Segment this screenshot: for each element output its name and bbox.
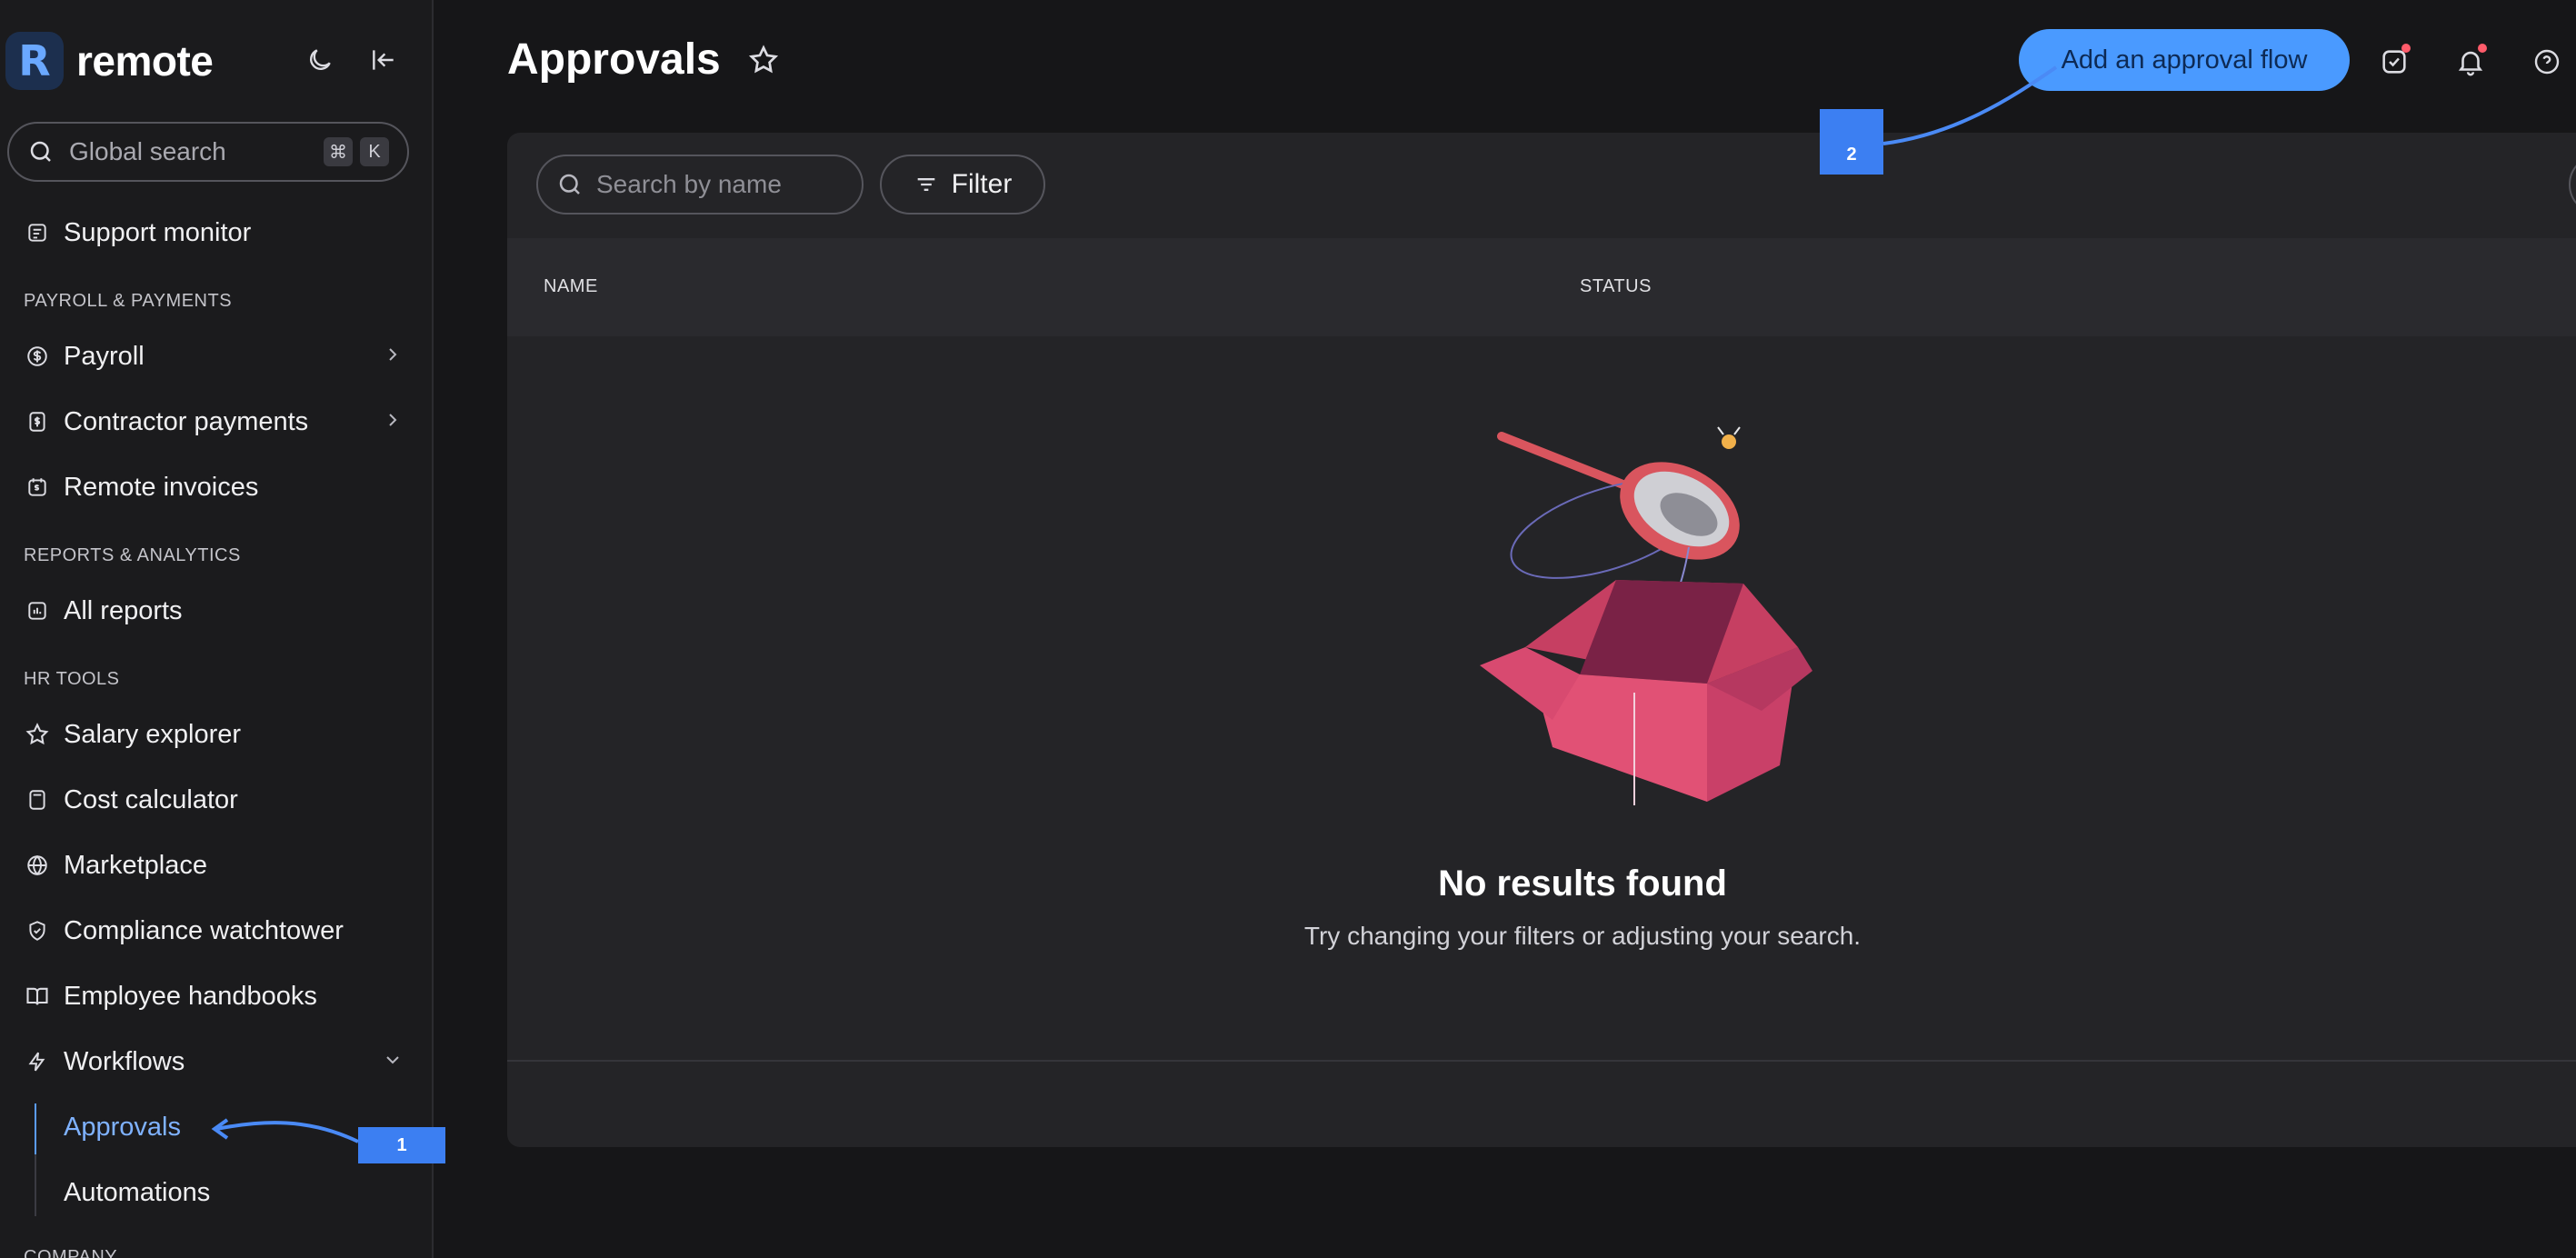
- tasks-notification-dot: [2401, 44, 2411, 53]
- submenu-active-indicator: [35, 1103, 36, 1154]
- approvals-table-card: Search by name Filter NAME STATUS No res…: [507, 133, 2576, 1147]
- remote-logo-icon: R: [5, 32, 64, 90]
- sidebar-item-compliance-watchtower[interactable]: Compliance watchtower: [22, 905, 413, 956]
- sidebar-item-cost-calculator[interactable]: Cost calculator: [22, 774, 413, 825]
- table-header: NAME STATUS: [507, 238, 2576, 336]
- bell-notification-dot: [2478, 44, 2487, 53]
- column-header-name[interactable]: NAME: [544, 276, 598, 297]
- search-placeholder: Search by name: [596, 170, 782, 198]
- help-icon[interactable]: [2529, 44, 2565, 80]
- sidebar-item-label: Contractor payments: [64, 406, 309, 436]
- chevron-right-icon: [389, 414, 397, 426]
- sidebar-item-contractor-payments[interactable]: Contractor payments: [22, 396, 413, 447]
- sidebar-item-employee-handbooks[interactable]: Employee handbooks: [22, 971, 413, 1022]
- chevron-right-icon: [389, 348, 397, 361]
- sidebar-item-label: Workflows: [64, 1046, 185, 1076]
- monitor-icon: [22, 217, 53, 248]
- favorite-star-icon[interactable]: [747, 44, 780, 81]
- table-options-button[interactable]: [2569, 155, 2576, 215]
- invoice-icon: [22, 472, 53, 503]
- section-payroll-payments: PAYROLL & PAYMENTS: [24, 291, 233, 311]
- sidebar-item-label: Employee handbooks: [64, 981, 317, 1011]
- chevron-down-icon: [386, 1056, 399, 1064]
- globe-icon: [22, 850, 53, 881]
- shield-check-icon: [22, 915, 53, 946]
- sidebar-item-marketplace[interactable]: Marketplace: [22, 840, 413, 891]
- sidebar-item-label: Salary explorer: [64, 719, 242, 749]
- global-search-placeholder: Global search: [69, 137, 226, 165]
- collapse-sidebar-icon[interactable]: [364, 40, 404, 80]
- empty-state-subtitle: Try changing your filters or adjusting y…: [1303, 922, 1862, 950]
- shortcut-k-key: K: [360, 137, 389, 166]
- sidebar-item-approvals[interactable]: Approvals: [64, 1113, 181, 1143]
- sidebar-item-label: Cost calculator: [64, 784, 238, 814]
- reports-icon: [22, 595, 53, 626]
- annotation-marker-2: 2: [1820, 109, 1883, 175]
- dollar-circle-icon: [22, 341, 53, 372]
- brand[interactable]: R remote: [5, 29, 214, 93]
- tasks-icon[interactable]: [2376, 44, 2412, 80]
- section-reports-analytics: REPORTS & ANALYTICS: [24, 545, 241, 565]
- empty-box-illustration: [1480, 426, 1812, 805]
- bell-icon[interactable]: [2452, 44, 2489, 80]
- sidebar-item-support-monitor[interactable]: Support monitor: [22, 207, 413, 258]
- empty-state-title: No results found: [1438, 864, 1727, 904]
- shortcut-cmd-key: ⌘: [324, 137, 353, 166]
- sidebar-item-automations[interactable]: Automations: [64, 1178, 210, 1208]
- add-approval-flow-button[interactable]: Add an approval flow: [2019, 29, 2350, 91]
- lightning-icon: [22, 1046, 53, 1077]
- calculator-icon: [22, 784, 53, 815]
- sidebar-item-salary-explorer[interactable]: Salary explorer: [22, 709, 413, 760]
- sidebar-item-payroll[interactable]: Payroll: [22, 331, 413, 382]
- section-hr-tools: HR TOOLS: [24, 669, 120, 689]
- sidebar-item-remote-invoices[interactable]: Remote invoices: [22, 462, 413, 513]
- sidebar-item-label: All reports: [64, 595, 183, 625]
- moon-icon[interactable]: [300, 40, 340, 80]
- sidebar-item-all-reports[interactable]: All reports: [22, 585, 413, 636]
- sidebar-item-label: Remote invoices: [64, 472, 259, 502]
- table-footer-divider: [507, 1060, 2576, 1062]
- main-content: Approvals Add an approval flow Search by…: [434, 0, 2576, 1258]
- filter-button[interactable]: Filter: [880, 155, 1045, 215]
- sidebar: R remote Global search ⌘ K Support monit…: [0, 0, 434, 1258]
- global-search-input[interactable]: Global search ⌘ K: [7, 122, 409, 182]
- annotation-marker-1: 1: [358, 1127, 445, 1163]
- book-icon: [22, 981, 53, 1012]
- sidebar-item-label: Support monitor: [64, 217, 252, 247]
- search-icon: [559, 174, 580, 195]
- column-header-status[interactable]: STATUS: [1580, 276, 1652, 297]
- sidebar-item-label: Compliance watchtower: [64, 915, 344, 945]
- brand-name: remote: [76, 37, 214, 85]
- section-company: COMPANY: [24, 1247, 118, 1258]
- sidebar-item-workflows[interactable]: Workflows: [22, 1036, 413, 1087]
- sidebar-item-label: Marketplace: [64, 850, 207, 880]
- contractor-payment-icon: [22, 406, 53, 437]
- search-by-name-input[interactable]: Search by name: [536, 155, 864, 215]
- filter-icon: [917, 178, 934, 191]
- page-title: Approvals: [507, 35, 721, 84]
- sidebar-top-actions: [300, 40, 404, 80]
- search-icon: [30, 141, 51, 162]
- sidebar-item-label: Payroll: [64, 341, 145, 371]
- star-icon: [22, 719, 53, 750]
- filter-label: Filter: [951, 169, 1013, 199]
